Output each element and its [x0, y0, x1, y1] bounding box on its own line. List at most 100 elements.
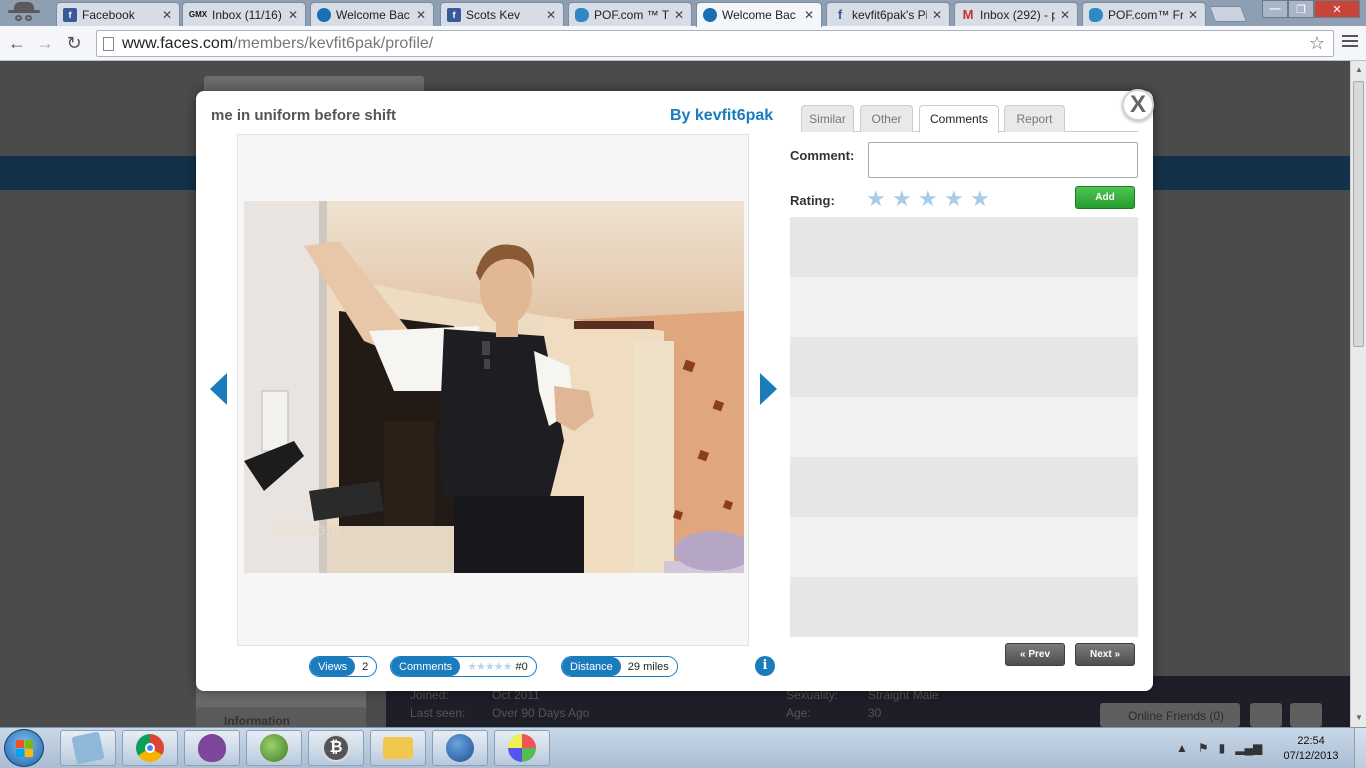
- browser-tab-faces-active[interactable]: Welcome Bac ✕: [696, 2, 822, 27]
- photo-owner-link[interactable]: By kevfit6pak: [670, 107, 773, 125]
- next-page-button[interactable]: Next »: [1075, 643, 1135, 666]
- globe-taskbar-button[interactable]: [246, 730, 302, 766]
- tab-label: Welcome Bac: [336, 7, 410, 22]
- reload-icon[interactable]: ↻: [63, 32, 85, 54]
- facebook-icon: f: [63, 7, 77, 22]
- address-bar[interactable]: www.faces.com/members/kevfit6pak/profile…: [96, 30, 1334, 57]
- comments-value: #0: [515, 660, 528, 673]
- add-comment-button[interactable]: Add: [1075, 186, 1135, 209]
- incognito-icon: [6, 2, 42, 24]
- tab-close-icon[interactable]: ✕: [931, 8, 943, 22]
- page-icon: [103, 36, 114, 51]
- windows-taskbar: ₿ ▲ ⚑ ▮ ▂▄▆ 22:54 07/12/2013: [0, 727, 1366, 768]
- browser-tab-facebook-photos[interactable]: f kevfit6pak's Pi ✕: [826, 2, 950, 26]
- notepad-taskbar-button[interactable]: [60, 730, 116, 766]
- comment-row: [790, 397, 1138, 457]
- info-icon[interactable]: i: [755, 656, 775, 676]
- back-arrow-icon[interactable]: ←: [6, 32, 28, 54]
- new-tab-button[interactable]: [1209, 6, 1247, 22]
- tor-taskbar-button[interactable]: [184, 730, 240, 766]
- tab-label: Facebook: [82, 7, 135, 22]
- browser-tab-scots-kev[interactable]: f Scots Kev ✕: [440, 2, 564, 26]
- tab-report[interactable]: Report: [1004, 105, 1065, 132]
- browser-tab-pof-2[interactable]: POF.com™ Fr ✕: [1082, 2, 1206, 26]
- tab-close-icon[interactable]: ✕: [803, 8, 815, 22]
- rating-star-3-icon[interactable]: ★: [918, 188, 938, 210]
- online-friends-button[interactable]: Online Friends (0): [1100, 703, 1240, 727]
- vertical-scrollbar[interactable]: ▲ ▼: [1350, 61, 1366, 727]
- comment-row: [790, 517, 1138, 577]
- bookmark-star-icon[interactable]: ☆: [1309, 33, 1325, 54]
- window-close-button[interactable]: ✕: [1314, 0, 1360, 18]
- popout-icon[interactable]: [1290, 703, 1322, 727]
- tab-close-icon[interactable]: ✕: [161, 8, 173, 22]
- action-center-flag-icon[interactable]: ⚑: [1198, 741, 1209, 755]
- chrome-taskbar-button[interactable]: [122, 730, 178, 766]
- scroll-up-arrow-icon[interactable]: ▲: [1351, 63, 1366, 77]
- forward-arrow-icon[interactable]: →: [34, 32, 56, 54]
- profile-photo[interactable]: 01/15/2010: [244, 201, 744, 573]
- browser-tab-facebook[interactable]: f Facebook ✕: [56, 2, 180, 26]
- previous-photo-arrow-icon[interactable]: [210, 373, 227, 405]
- photo-title: me in uniform before shift: [211, 107, 397, 124]
- tab-close-icon[interactable]: ✕: [415, 8, 427, 22]
- explorer-taskbar-button[interactable]: [370, 730, 426, 766]
- comment-row: [790, 577, 1138, 637]
- tab-similar[interactable]: Similar: [801, 105, 854, 132]
- rating-star-1-icon[interactable]: ★: [866, 188, 886, 210]
- scrollbar-thumb[interactable]: [1353, 81, 1364, 347]
- chrome-menu-icon[interactable]: [1342, 35, 1358, 49]
- mini-rating-stars-icon: ★★★★★: [467, 661, 512, 673]
- scroll-down-arrow-icon[interactable]: ▼: [1351, 711, 1366, 725]
- taskbar-clock[interactable]: 22:54 07/12/2013: [1278, 734, 1344, 764]
- url-path: /members/kevfit6pak/profile/: [233, 34, 434, 52]
- next-photo-arrow-icon[interactable]: [760, 373, 777, 405]
- browser-tab-pof-1[interactable]: POF.com ™ Th ✕: [568, 2, 692, 26]
- windows-start-button[interactable]: [4, 729, 44, 767]
- tab-close-icon[interactable]: ✕: [287, 8, 299, 22]
- profile-value: 30: [868, 706, 882, 720]
- battery-icon[interactable]: ▮: [1219, 741, 1226, 755]
- photo-viewer-modal: me in uniform before shift By kevfit6pak: [196, 91, 1153, 691]
- minimize-button[interactable]: —: [1262, 0, 1288, 18]
- notepad-icon: [71, 731, 105, 765]
- pof-icon: [575, 7, 589, 22]
- tab-close-icon[interactable]: ✕: [545, 8, 557, 22]
- maximize-button[interactable]: ❐: [1288, 0, 1314, 18]
- close-modal-button[interactable]: X: [1122, 89, 1154, 121]
- rating-star-4-icon[interactable]: ★: [944, 188, 964, 210]
- browser-tab-gmx-inbox[interactable]: GMX Inbox (11/16) ✕: [182, 2, 306, 26]
- network-signal-icon[interactable]: ▂▄▆: [1235, 741, 1262, 755]
- prev-page-button[interactable]: « Prev: [1005, 643, 1065, 666]
- show-desktop-button[interactable]: [1354, 728, 1366, 768]
- comments-list: [790, 217, 1138, 637]
- rating-star-2-icon[interactable]: ★: [892, 188, 912, 210]
- distance-stat: Distance 29 miles: [561, 656, 678, 677]
- tab-close-icon[interactable]: ✕: [1187, 8, 1199, 22]
- globe-icon: [260, 734, 288, 762]
- chrome-icon: [136, 734, 164, 762]
- eye-icon[interactable]: [1250, 703, 1282, 727]
- browser-tab-faces-1[interactable]: Welcome Bac ✕: [310, 2, 434, 26]
- comment-input[interactable]: [868, 142, 1138, 178]
- paint-icon: [508, 734, 536, 762]
- information-tab[interactable]: Information: [196, 707, 366, 727]
- tray-expand-arrow-icon[interactable]: ▲: [1176, 741, 1188, 755]
- thunderbird-taskbar-button[interactable]: [432, 730, 488, 766]
- tab-comments[interactable]: Comments: [919, 105, 999, 133]
- distance-value: 29 miles: [627, 660, 669, 673]
- bitcoin-taskbar-button[interactable]: ₿: [308, 730, 364, 766]
- tab-close-icon[interactable]: ✕: [1059, 8, 1071, 22]
- tor-onion-icon: [198, 734, 226, 762]
- information-tab-label: Information: [224, 714, 290, 727]
- tab-close-icon[interactable]: ✕: [673, 8, 685, 22]
- photo-frame: 01/15/2010: [237, 134, 749, 646]
- tab-other[interactable]: Other: [860, 105, 913, 132]
- rating-label: Rating:: [790, 193, 835, 208]
- comments-label: Comments: [391, 657, 461, 676]
- rating-star-5-icon[interactable]: ★: [970, 188, 990, 210]
- paint-taskbar-button[interactable]: [494, 730, 550, 766]
- system-tray: ▲ ⚑ ▮ ▂▄▆: [1176, 738, 1262, 758]
- browser-tab-gmail[interactable]: M Inbox (292) - p ✕: [954, 2, 1078, 26]
- tab-label: Similar: [809, 112, 846, 126]
